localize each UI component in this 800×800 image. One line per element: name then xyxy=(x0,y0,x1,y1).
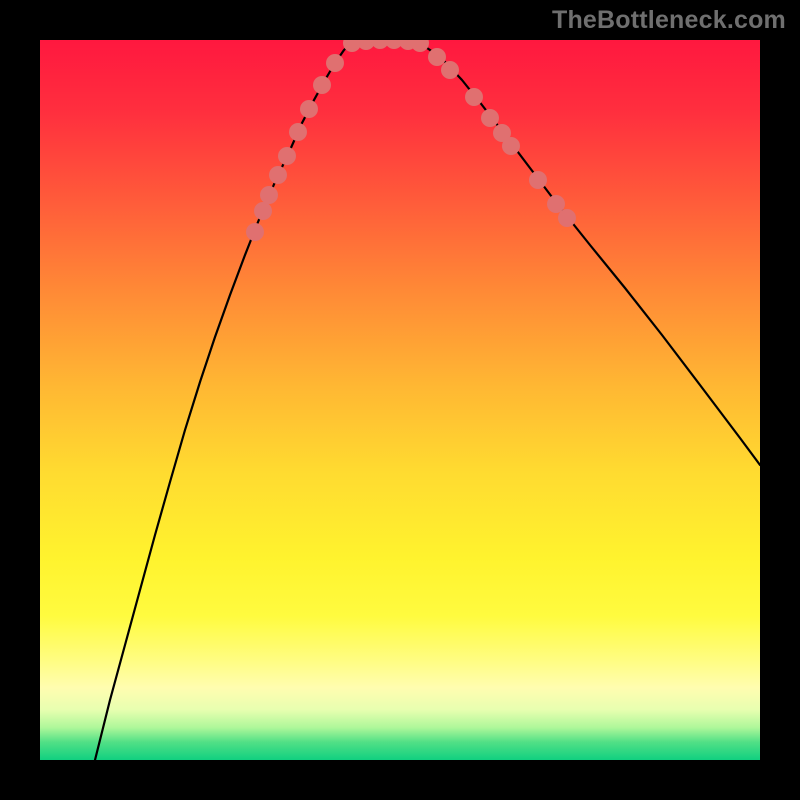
data-marker xyxy=(326,54,344,72)
data-marker xyxy=(278,147,296,165)
data-marker xyxy=(254,202,272,220)
data-marker xyxy=(502,137,520,155)
data-marker xyxy=(260,186,278,204)
data-marker xyxy=(246,223,264,241)
data-marker xyxy=(529,171,547,189)
data-marker xyxy=(289,123,307,141)
data-marker xyxy=(428,48,446,66)
data-marker xyxy=(558,209,576,227)
data-marker xyxy=(269,166,287,184)
bottleneck-curve xyxy=(95,40,760,760)
data-marker xyxy=(465,88,483,106)
watermark-label: TheBottleneck.com xyxy=(552,6,786,35)
data-marker xyxy=(313,76,331,94)
plot-area xyxy=(40,40,760,760)
data-marker xyxy=(547,195,565,213)
data-marker xyxy=(300,100,318,118)
curve-layer xyxy=(40,40,760,760)
data-marker xyxy=(441,61,459,79)
data-marker xyxy=(481,109,499,127)
data-marker xyxy=(411,40,429,52)
